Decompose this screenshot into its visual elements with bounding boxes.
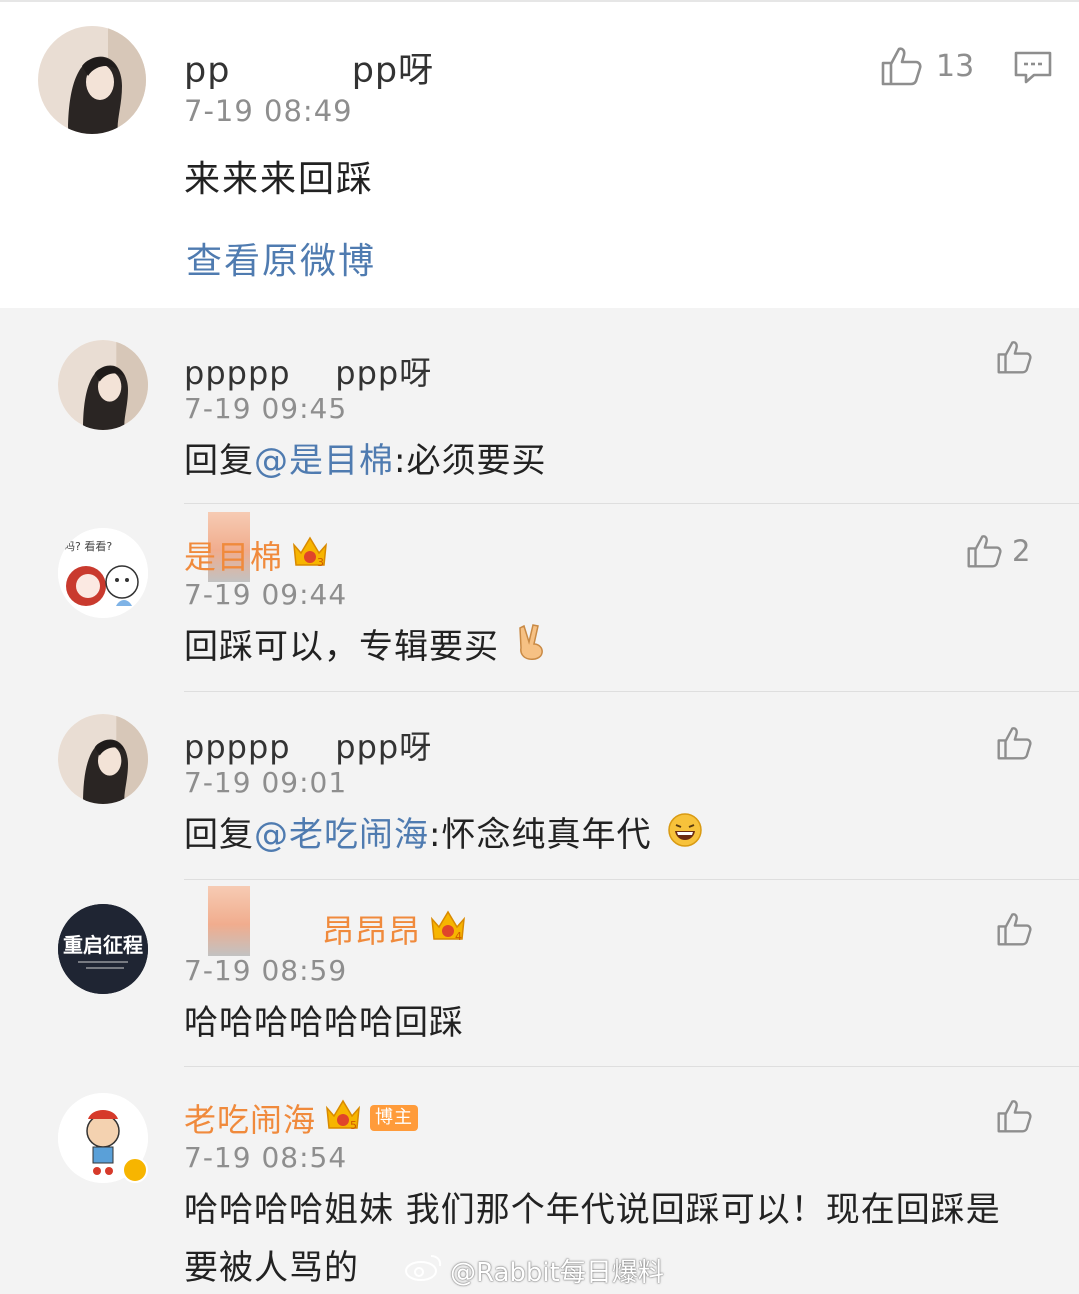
watermark: @Rabbit每日爆料 <box>404 1252 664 1289</box>
reply-avatar[interactable] <box>58 340 148 430</box>
reply-text: 哈哈哈哈哈哈回踩 <box>184 1003 464 1043</box>
reply-text: 回踩可以，专辑要买 <box>184 618 1024 678</box>
reply-suffix: :怀念纯真年代 <box>429 815 652 855</box>
reply-prefix: 回复 <box>184 441 254 481</box>
reply-like-button[interactable]: 2 <box>966 534 1030 568</box>
top-post-like-button[interactable]: 13 <box>880 46 974 86</box>
reply-timestamp: 7-19 09:45 <box>184 392 348 425</box>
laughing-emoji <box>667 808 703 866</box>
reply-like-count: 2 <box>1012 534 1031 568</box>
crown-icon: 3 <box>291 533 329 577</box>
weibo-logo-icon <box>404 1252 444 1289</box>
reply-item: 重启征程 昂昂昂 4 7-19 08:59 哈哈哈哈哈哈回踩 <box>0 880 1079 1066</box>
thumbs-up-icon <box>997 727 1032 760</box>
reply-username[interactable]: 是目棉 3 <box>184 532 329 578</box>
thumbs-up-icon <box>997 341 1032 374</box>
thumbs-up-icon <box>997 913 1032 946</box>
reply-suffix: :必须要买 <box>394 441 547 481</box>
victory-hand-emoji <box>515 620 549 678</box>
mention-link[interactable]: @老吃闹海 <box>254 815 429 855</box>
crown-icon: 4 <box>429 907 467 951</box>
comment-icon <box>1014 51 1052 84</box>
reply-username[interactable]: 老吃闹海 5 博主 <box>184 1095 419 1141</box>
view-original-link[interactable]: 查看原微博 <box>186 232 376 284</box>
thumbs-up-icon <box>967 535 1002 568</box>
reply-like-button[interactable] <box>996 726 1032 760</box>
svg-text:5: 5 <box>350 1119 358 1132</box>
reply-item: ppppp ppp呀 7-19 09:01 回复@老吃闹海:怀念纯真年代 <box>0 692 1079 879</box>
top-post-username[interactable]: pp pp呀 <box>184 42 434 93</box>
svg-text:4: 4 <box>455 930 463 943</box>
reply-text: 回复@是目棉:必须要买 <box>184 432 1024 490</box>
reply-prefix: 回复 <box>184 815 254 855</box>
reply-text: 回复@老吃闹海:怀念纯真年代 <box>184 806 1024 866</box>
reply-username[interactable]: ppppp ppp呀 <box>184 722 432 768</box>
reply-username-text: 是目棉 <box>184 538 284 576</box>
top-post-like-count: 13 <box>936 48 975 84</box>
svg-text:重启征程: 重启征程 <box>63 933 143 957</box>
reply-timestamp: 7-19 08:54 <box>184 1141 348 1174</box>
top-post-avatar[interactable] <box>38 26 146 134</box>
reply-item: 吗? 看看? 是目棉 3 7-19 09:44 回踩可以，专辑要买 2 <box>0 504 1079 691</box>
reply-username-text: 老吃闹海 <box>184 1101 317 1139</box>
mention-link[interactable]: @是目棉 <box>254 441 394 481</box>
reply-avatar[interactable]: 吗? 看看? <box>58 528 148 618</box>
reply-like-button[interactable] <box>996 912 1032 946</box>
reply-like-button[interactable] <box>996 1099 1032 1133</box>
blogger-badge: 博主 <box>370 1105 419 1131</box>
thumbs-up-icon <box>881 47 922 86</box>
reply-avatar[interactable]: 重启征程 <box>58 904 148 994</box>
privacy-blur <box>208 886 250 956</box>
reply-username[interactable]: ppppp ppp呀 <box>184 348 432 394</box>
top-post-timestamp: 7-19 08:49 <box>184 94 353 128</box>
crown-icon: 5 <box>324 1096 362 1140</box>
reply-username[interactable]: 昂昂昂 4 <box>322 906 467 952</box>
reply-text-content: 回踩可以，专辑要买 <box>184 627 499 667</box>
svg-text:3: 3 <box>317 556 325 569</box>
verified-badge-icon <box>122 1157 148 1183</box>
svg-text:吗? 看看?: 吗? 看看? <box>64 539 112 553</box>
top-post-card: pp pp呀 7-19 08:49 来来来回踩 查看原微博 13 <box>0 0 1079 308</box>
reply-username-text: 昂昂昂 <box>322 912 422 950</box>
reply-timestamp: 7-19 08:59 <box>184 954 348 987</box>
reply-timestamp: 7-19 09:01 <box>184 766 348 799</box>
thumbs-up-icon <box>997 1100 1032 1133</box>
reply-item: ppppp ppp呀 7-19 09:45 回复@是目棉:必须要买 <box>0 308 1079 503</box>
top-post-comment-button[interactable] <box>1014 50 1052 90</box>
top-post-body: 来来来回踩 <box>184 159 375 200</box>
watermark-text: @Rabbit每日爆料 <box>450 1258 664 1288</box>
reply-like-button[interactable] <box>996 340 1032 374</box>
reply-avatar[interactable] <box>58 714 148 804</box>
reply-timestamp: 7-19 09:44 <box>184 578 348 611</box>
